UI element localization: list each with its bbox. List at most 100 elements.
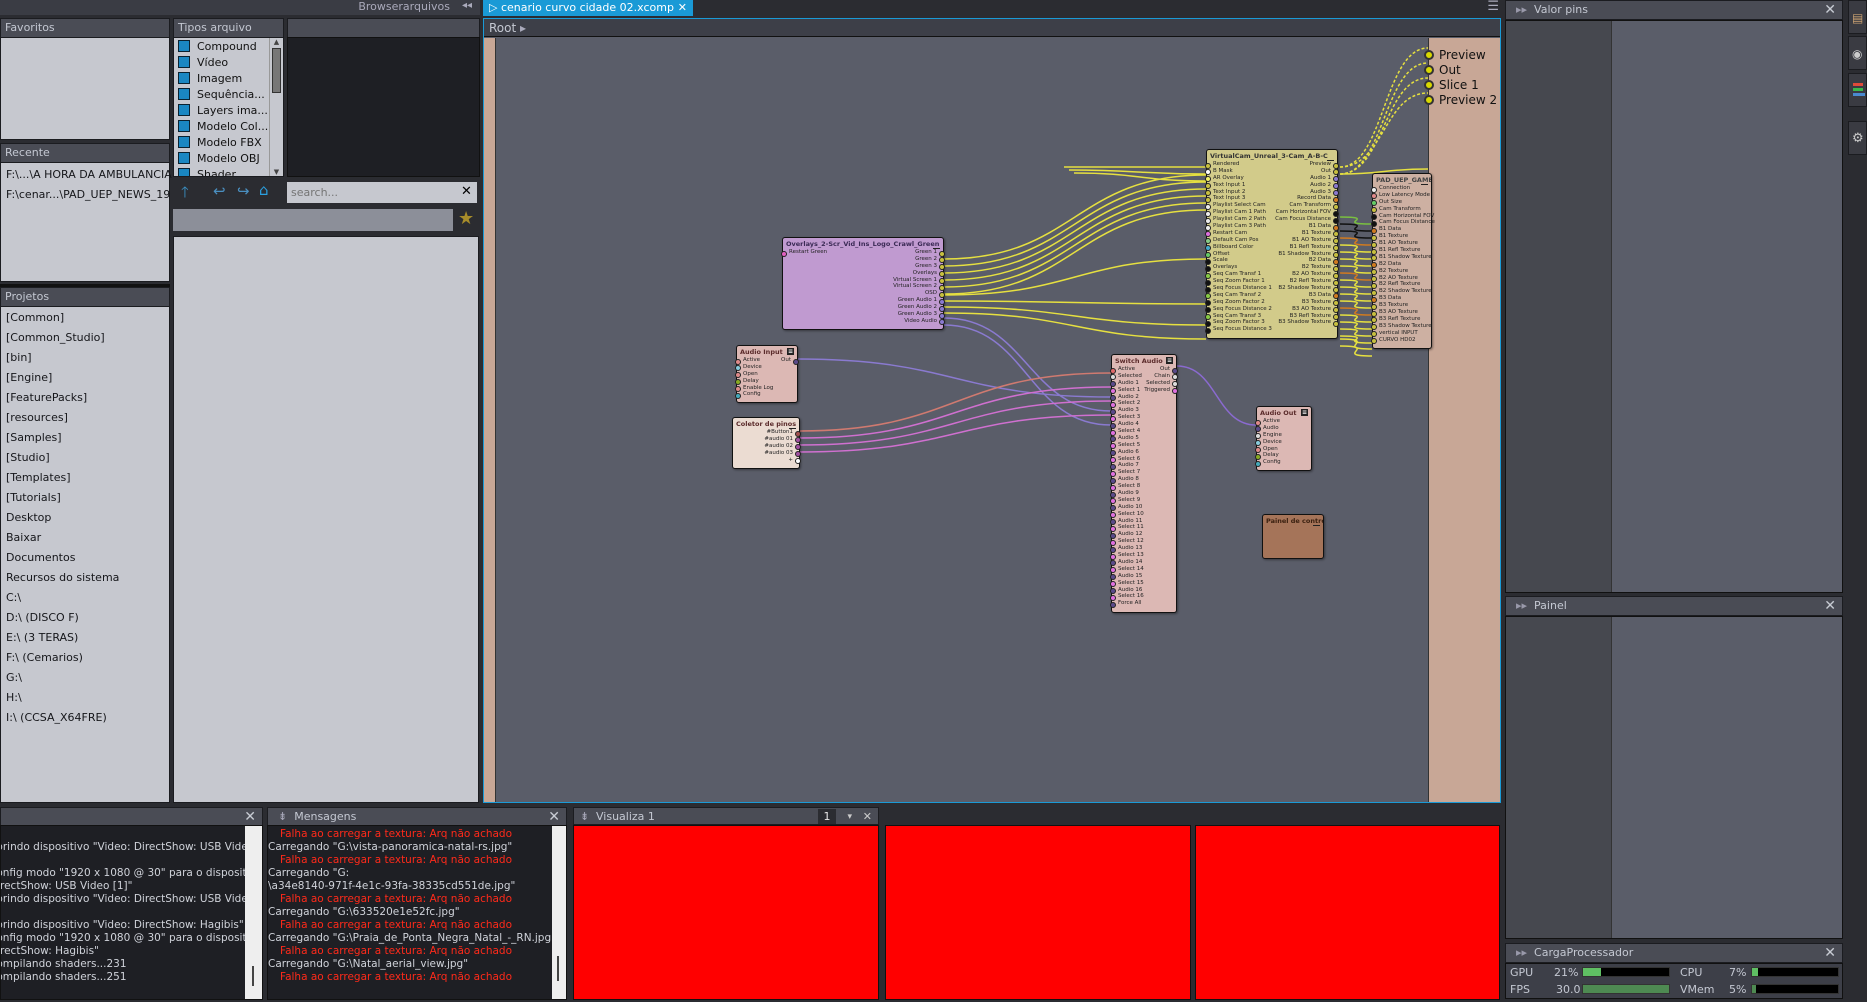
dashed-wire[interactable] — [1339, 62, 1429, 175]
close-viewer-icon[interactable]: ✕ — [863, 808, 872, 826]
connection-wire[interactable] — [1339, 345, 1373, 357]
input-pin[interactable]: Device — [1255, 439, 1287, 447]
input-pin[interactable]: B1 Refl Texture — [1371, 247, 1420, 255]
connection-wire[interactable] — [797, 358, 1112, 398]
output-pin[interactable]: Green Audio 1 — [855, 297, 945, 305]
output-pin[interactable]: Audio 1 — [1266, 175, 1339, 183]
close-cpu-load-icon[interactable]: ✕ — [1824, 944, 1836, 962]
checkbox-icon[interactable] — [178, 72, 190, 84]
input-pin[interactable]: Audio — [1255, 425, 1287, 433]
input-pin[interactable]: Force All — [1109, 600, 1147, 608]
forward-icon[interactable]: ↪ — [237, 182, 250, 200]
path-field[interactable] — [173, 209, 453, 231]
output-pin[interactable]: Audio 3 — [1266, 189, 1339, 196]
connection-wire[interactable] — [943, 324, 1112, 426]
input-pin[interactable]: vertical INPUT — [1371, 330, 1418, 338]
dashed-wire[interactable] — [1339, 47, 1429, 168]
connection-wire[interactable] — [1339, 244, 1373, 253]
connection-wire[interactable] — [943, 174, 1207, 260]
node-title[interactable]: Audio Input ≡ — [737, 346, 797, 357]
connection-wire[interactable] — [799, 400, 1112, 446]
expand-icon[interactable]: ▸▸ — [1516, 3, 1527, 16]
expand-icon[interactable]: ▸▸ — [1516, 946, 1527, 959]
input-pin[interactable]: B2 Refl Texture — [1371, 281, 1420, 289]
viewer-canvas[interactable] — [885, 825, 1191, 1000]
input-pin[interactable]: Select 12 — [1109, 538, 1147, 546]
connection-wire[interactable] — [1339, 307, 1373, 316]
output-pin[interactable]: Preview — [1266, 161, 1339, 169]
close-pin-values-icon[interactable]: ✕ — [1824, 1, 1836, 19]
file-type-item[interactable]: Imagem — [174, 71, 283, 87]
project-item[interactable]: Documentos — [1, 548, 169, 568]
output-pin[interactable]: #audio 01 — [763, 436, 802, 444]
project-item[interactable]: [Common_Studio] — [1, 328, 169, 348]
sidebar-eye-icon[interactable]: ◉ — [1848, 36, 1867, 70]
connection-wire[interactable] — [1339, 293, 1373, 302]
output-pin[interactable]: B3 Refl Texture — [1266, 313, 1339, 320]
project-item[interactable]: [Templates] — [1, 468, 169, 488]
input-pin[interactable]: B2 Texture — [1371, 268, 1408, 276]
favorites-list[interactable] — [0, 37, 170, 140]
scroll-up-icon[interactable]: ▲ — [270, 38, 283, 46]
sidebar-settings-icon[interactable]: ⚙ — [1848, 121, 1867, 155]
input-pin[interactable]: Open — [1255, 446, 1287, 453]
input-pin[interactable]: Select 9 — [1109, 497, 1147, 505]
connection-wire[interactable] — [943, 181, 1207, 267]
checkbox-icon[interactable] — [178, 120, 190, 132]
log-scroll-thumb[interactable] — [252, 966, 254, 986]
recent-item[interactable]: F:\...\A HORA DA AMBULANCIA — [1, 165, 172, 185]
up-arrow-icon[interactable]: 🡑 — [181, 182, 189, 207]
output-pin[interactable]: Green 2 — [855, 256, 945, 264]
input-pin[interactable]: Select 3 — [1109, 414, 1147, 422]
connection-wire[interactable] — [1339, 300, 1373, 309]
output-pin[interactable]: Green Audio 2 — [855, 304, 945, 312]
home-icon[interactable]: ⌂ — [259, 181, 269, 199]
connection-wire[interactable] — [799, 414, 1112, 453]
file-type-item[interactable]: Modelo FBX — [174, 135, 283, 151]
collapse-icon[interactable]: ◂◂ — [462, 0, 472, 11]
node-audio-out[interactable]: Audio Out ≡ Active Audio Engine Device Open Del… — [1255, 406, 1312, 472]
connection-wire[interactable] — [1339, 251, 1373, 260]
input-pin[interactable]: Seq Focus Distance 3 — [1205, 326, 1279, 334]
node-editor[interactable]: Root ▸ Preview Out Slice 1 Preview 2 Overla… — [483, 18, 1501, 803]
output-pin[interactable]: B3 Data — [1266, 292, 1339, 300]
expand-icon[interactable]: ▸▸ — [1516, 599, 1527, 612]
project-item[interactable]: [bin] — [1, 348, 169, 368]
output-pin[interactable]: + — [763, 457, 802, 464]
node-virtualcam[interactable]: VirtualCam_Unreal_3-Cam_A-B-C≡RenderedB … — [1205, 149, 1339, 339]
input-pin[interactable]: B2 Shadow Texture — [1371, 288, 1432, 296]
input-pin[interactable]: Select 13 — [1109, 552, 1147, 560]
file-list[interactable] — [173, 236, 479, 803]
node-title[interactable]: Painel de controle≡ — [1263, 515, 1323, 526]
project-item[interactable]: C:\ — [1, 588, 169, 608]
connection-wire[interactable] — [1339, 272, 1373, 281]
connection-wire[interactable] — [1339, 279, 1373, 288]
input-pin[interactable]: Config — [735, 391, 770, 399]
input-pin[interactable]: Audio 7 — [1109, 462, 1147, 470]
file-type-item[interactable]: Modelo Col... — [174, 119, 283, 135]
node-painel[interactable]: Painel de controle≡ — [1262, 514, 1324, 559]
output-pin[interactable]: B1 Shadow Texture — [1266, 251, 1339, 258]
connection-wire[interactable] — [943, 195, 1207, 281]
connection-wire[interactable] — [943, 209, 1207, 295]
output-pin[interactable]: B2 Refl Texture — [1266, 278, 1339, 286]
file-types-scrollbar[interactable]: ▲ ▼ — [269, 38, 283, 176]
node-title[interactable]: Switch Audio ≡ — [1112, 355, 1176, 366]
project-item[interactable]: [Studio] — [1, 448, 169, 468]
checkbox-icon[interactable] — [178, 40, 190, 52]
input-pin[interactable]: CURVO HD02 — [1371, 337, 1416, 344]
input-pin[interactable]: Select 5 — [1109, 442, 1147, 450]
input-pin[interactable]: Select 8 — [1109, 483, 1147, 491]
clear-search-icon[interactable]: ✕ — [461, 184, 472, 199]
output-pin[interactable]: B1 Texture — [1266, 230, 1339, 238]
project-item[interactable]: Baixar — [1, 528, 169, 548]
input-pin[interactable]: Active — [1255, 418, 1287, 426]
output-pin[interactable]: B3 AO Texture — [1266, 306, 1339, 314]
node-title[interactable]: Overlays_2-Scr_Vid_Ins_Logo_Crawl_Green≡ — [783, 238, 943, 249]
input-pin[interactable]: Audio 4 — [1109, 421, 1147, 429]
output-pin[interactable]: B2 Shadow Texture — [1266, 285, 1339, 293]
file-type-item[interactable]: Vídeo — [174, 55, 283, 71]
connection-wire[interactable] — [1176, 365, 1257, 426]
input-pin[interactable]: Select 11 — [1109, 524, 1147, 532]
input-pin[interactable]: B3 Data — [1371, 295, 1405, 303]
